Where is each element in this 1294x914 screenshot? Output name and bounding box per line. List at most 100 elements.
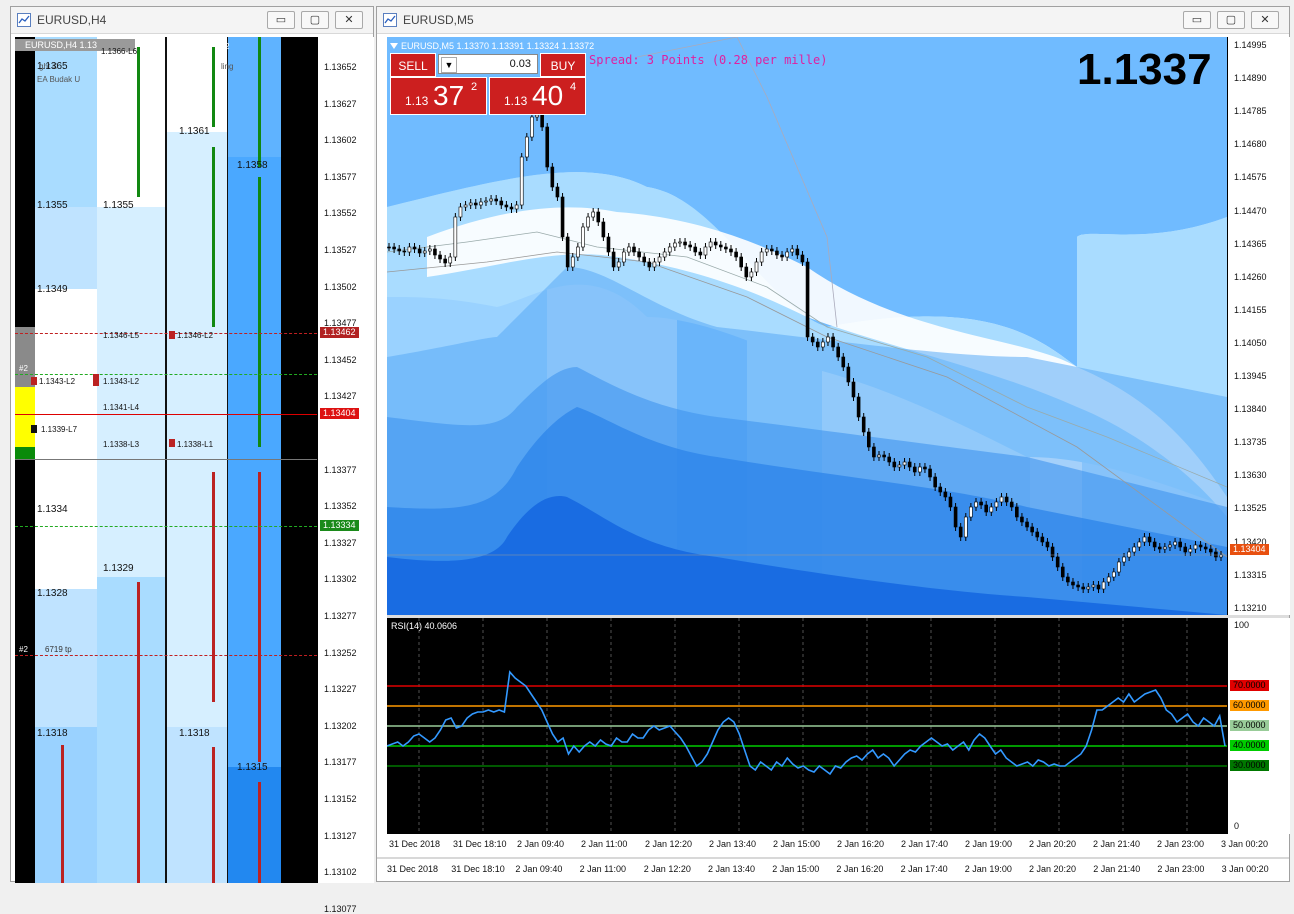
level-label: 1.1365 — [37, 61, 68, 72]
maximize-icon: ▢ — [309, 14, 321, 26]
green-range-bar — [137, 47, 140, 197]
close-button[interactable]: ✕ — [335, 11, 363, 29]
price-axis-label: 1.13945 — [1234, 371, 1267, 381]
candle-body — [734, 251, 738, 258]
price-axis-label: 1.13577 — [324, 171, 357, 182]
candle-body — [872, 446, 876, 458]
level-label: 1.1318 — [179, 728, 210, 739]
candle-body — [642, 256, 647, 263]
time-axis-label: 2 Jan 12:20 — [645, 839, 693, 849]
zone-col3-low — [165, 727, 227, 883]
time-axis-label: 2 Jan 09:40 — [515, 864, 563, 874]
sell-button[interactable]: SELL — [390, 53, 436, 77]
price-axis-label: 1.13327 — [324, 537, 357, 548]
maximize-button[interactable]: ▢ — [1217, 11, 1245, 29]
chart-window-eurusd-m5[interactable]: EURUSD,M5 ▭ ▢ ✕ EURUSD,M5 1.13370 1.1339… — [376, 6, 1290, 882]
buy-price-box[interactable]: 1.13 40 4 — [489, 77, 586, 115]
price-axis-label: 1.13352 — [324, 501, 357, 512]
price-axis-label: 1.13427 — [324, 391, 357, 402]
order-marker[interactable] — [169, 439, 175, 447]
level-line-green-dashdot — [15, 374, 317, 375]
minimize-button[interactable]: ▭ — [267, 11, 295, 29]
level-label: 1.1334 — [37, 504, 68, 515]
chart-symbol-label: EURUSD,M5 1.13370 1.13391 1.13324 1.1337… — [401, 41, 595, 51]
rsi-scale[interactable]: 100 70.0000 60.0000 50.0000 40.0000 30.0000 … — [1227, 618, 1290, 834]
sell-price-box[interactable]: 1.13 37 2 — [390, 77, 487, 115]
h4-price-axis[interactable]: 1.13652 1.13627 1.13602 1.13577 1.13552 1.135… — [317, 37, 374, 914]
level-label: 1.1355 — [103, 200, 134, 211]
order-marker[interactable] — [169, 331, 175, 339]
window-titlebar[interactable]: EURUSD,H4 ▭ ▢ ✕ — [11, 7, 373, 34]
m5-time-axis[interactable]: 31 Dec 2018 31 Dec 18:10 2 Jan 09:40 2 Jan … — [387, 834, 1289, 854]
m5-chart-area[interactable]: EURUSD,M5 1.13370 1.13391 1.13324 1.1337… — [387, 37, 1227, 615]
candle-body — [851, 381, 856, 398]
rsi-pane[interactable]: RSI(14) 40.0606 — [387, 618, 1227, 834]
red-range-bar — [212, 747, 215, 883]
price-axis-label: 1.13252 — [324, 647, 357, 658]
level-line-gray — [15, 459, 317, 460]
candle-body — [667, 246, 672, 253]
time-axis-label: 2 Jan 11:00 — [579, 864, 626, 874]
buy-price-prefix: 1.13 — [504, 94, 528, 108]
candle-body — [907, 461, 912, 468]
level-line-green-dashed — [15, 526, 317, 527]
candle-body — [1193, 544, 1198, 550]
level-label: 1.1361 — [179, 126, 210, 137]
candle-body — [576, 246, 580, 258]
price-axis-label: 1.13627 — [324, 98, 357, 109]
candle-body — [1132, 546, 1137, 553]
rsi-level-tag: 40.0000 — [1230, 740, 1269, 751]
candle-body — [514, 204, 519, 210]
rsi-level-tag: 50.0000 — [1230, 720, 1269, 731]
time-axis-label: 2 Jan 23:00 — [1157, 839, 1205, 849]
buy-button[interactable]: BUY — [540, 53, 586, 77]
candle-body — [504, 204, 509, 208]
candle-body — [494, 198, 498, 202]
time-axis-label: 2 Jan 17:40 — [901, 839, 949, 849]
candle-body — [1127, 551, 1131, 558]
h4-chart-area[interactable]: EURUSD,H4 1.13 1.1366-L6 ght © ling EA B… — [15, 37, 317, 883]
candle-body — [902, 461, 907, 466]
price-axis-label: 1.13227 — [324, 684, 357, 695]
time-axis-label: 2 Jan 21:40 — [1093, 864, 1141, 874]
green-range-bar — [212, 47, 215, 127]
candle-body — [1203, 546, 1208, 550]
window-title: EURUSD,H4 — [37, 13, 107, 27]
candle-body — [1020, 516, 1024, 523]
overlay-text: EA Budak U — [37, 75, 81, 84]
bottom-time-axis[interactable]: 31 Dec 2018 31 Dec 18:10 2 Jan 09:40 2 Jan … — [377, 859, 1289, 881]
m5-price-axis[interactable]: 1.14995 1.14890 1.14785 1.14680 1.14575 1.144… — [1227, 37, 1290, 615]
window-titlebar[interactable]: EURUSD,M5 ▭ ▢ ✕ — [377, 7, 1289, 34]
time-axis-label: 2 Jan 20:20 — [1029, 864, 1077, 874]
price-axis-label: 1.14785 — [1234, 106, 1267, 117]
tp-label: 6719 tp — [45, 645, 72, 654]
level-label: 1.1358 — [237, 160, 268, 171]
candle-body — [703, 246, 708, 256]
candle-body — [1214, 551, 1218, 558]
order-marker[interactable] — [93, 374, 99, 386]
order-marker[interactable] — [31, 377, 37, 385]
lot-decrease-icon[interactable]: ▼ — [441, 57, 457, 73]
overlay-text: 1.1366-L6 — [101, 47, 138, 56]
candle-body — [621, 251, 626, 263]
time-axis-label: 2 Jan 15:00 — [772, 864, 820, 874]
minimize-button[interactable]: ▭ — [1183, 11, 1211, 29]
candle-body — [402, 250, 407, 253]
chart-window-eurusd-h4[interactable]: EURUSD,H4 ▭ ▢ ✕ EURUSD,H4 1.13 1.1366-L6… — [10, 6, 374, 914]
candle-body — [397, 248, 402, 252]
close-button[interactable]: ✕ — [1251, 11, 1279, 29]
close-icon: ✕ — [1260, 14, 1270, 26]
close-icon: ✕ — [344, 14, 354, 26]
candle-body — [1198, 544, 1203, 548]
time-axis-label: 2 Jan 20:20 — [1029, 839, 1077, 849]
time-axis-label: 2 Jan 09:40 — [517, 839, 565, 849]
lot-size-control[interactable]: ▼ 0.03 — [438, 54, 538, 74]
maximize-button[interactable]: ▢ — [301, 11, 329, 29]
candle-body — [591, 211, 595, 218]
candle-body — [718, 244, 723, 248]
rsi-chart — [387, 618, 1227, 834]
order-marker[interactable] — [31, 425, 37, 433]
lot-size-input[interactable]: 0.03 — [510, 58, 531, 70]
candle-body — [468, 202, 473, 206]
price-axis-label: 1.13602 — [324, 135, 357, 146]
